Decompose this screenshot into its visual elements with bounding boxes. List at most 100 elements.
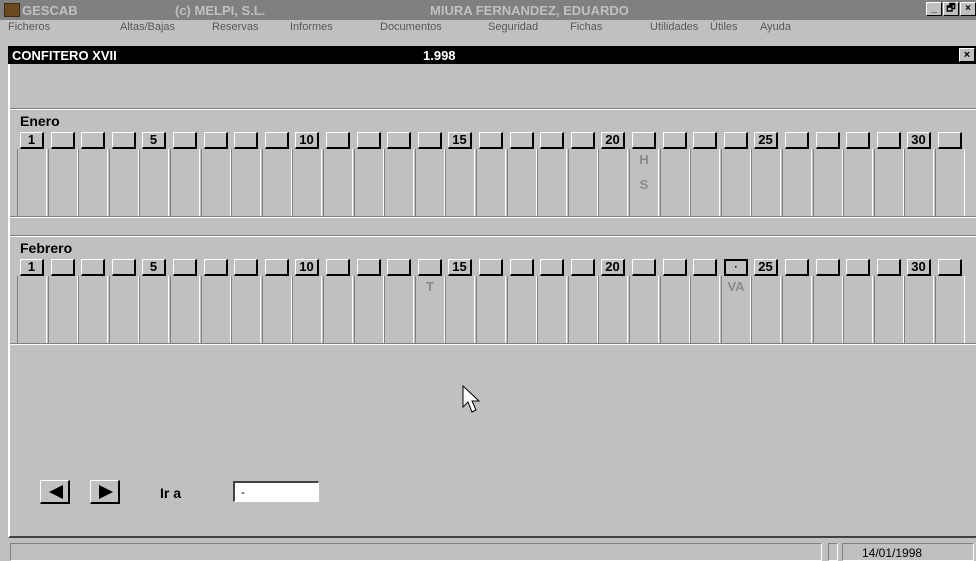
day-cell[interactable] [323, 149, 353, 216]
day-button[interactable] [540, 259, 564, 276]
day-button[interactable] [663, 132, 687, 149]
day-cell[interactable] [904, 149, 934, 216]
day-cell[interactable] [262, 149, 292, 216]
day-button[interactable] [51, 132, 75, 149]
day-button[interactable] [173, 259, 197, 276]
day-cell[interactable] [292, 149, 322, 216]
day-button[interactable] [479, 132, 503, 149]
close-child-button[interactable]: × [959, 48, 975, 62]
day-button[interactable] [632, 132, 656, 149]
day-button[interactable]: 15 [448, 259, 472, 276]
day-button[interactable]: 10 [295, 132, 319, 149]
menu-item[interactable]: Reservas [212, 21, 258, 33]
minimize-button[interactable]: _ [926, 2, 942, 16]
day-button[interactable] [81, 132, 105, 149]
day-cell[interactable] [507, 149, 537, 216]
day-cell[interactable] [109, 149, 139, 216]
day-cell[interactable] [660, 276, 690, 343]
day-cell[interactable] [660, 149, 690, 216]
next-month-button[interactable] [90, 480, 120, 504]
day-button[interactable]: 20 [601, 259, 625, 276]
day-cell[interactable] [935, 149, 965, 216]
maximize-button[interactable]: 🗗 [943, 2, 959, 16]
day-button[interactable] [265, 259, 289, 276]
menu-item[interactable]: Fichas [570, 21, 602, 33]
day-cell[interactable] [629, 276, 659, 343]
day-cell[interactable] [813, 149, 843, 216]
day-cell[interactable] [782, 276, 812, 343]
day-button[interactable]: 10 [295, 259, 319, 276]
day-cell[interactable] [323, 276, 353, 343]
day-button[interactable] [326, 132, 350, 149]
day-button[interactable] [204, 132, 228, 149]
menu-item[interactable]: Utilidades [650, 21, 698, 33]
day-button[interactable] [938, 259, 962, 276]
day-cell[interactable] [201, 149, 231, 216]
day-button[interactable]: 5 [142, 259, 166, 276]
day-button[interactable] [632, 259, 656, 276]
day-button[interactable]: 1 [20, 132, 44, 149]
day-button[interactable] [234, 259, 258, 276]
day-button[interactable] [816, 132, 840, 149]
day-button[interactable] [265, 132, 289, 149]
day-cell[interactable] [904, 276, 934, 343]
day-cell[interactable] [384, 276, 414, 343]
day-button[interactable] [571, 259, 595, 276]
day-button[interactable] [234, 132, 258, 149]
day-cell[interactable] [843, 276, 873, 343]
previous-month-button[interactable] [40, 480, 70, 504]
day-cell[interactable] [139, 276, 169, 343]
day-button[interactable]: 25 [754, 259, 778, 276]
day-button[interactable] [112, 259, 136, 276]
day-cell[interactable] [17, 149, 47, 216]
day-cell[interactable] [262, 276, 292, 343]
day-button[interactable] [204, 259, 228, 276]
day-button[interactable] [387, 132, 411, 149]
day-cell[interactable] [690, 276, 720, 343]
day-cell[interactable] [813, 276, 843, 343]
day-button[interactable] [479, 259, 503, 276]
day-button[interactable] [846, 259, 870, 276]
menu-item[interactable]: Útiles [710, 21, 738, 33]
day-button[interactable] [510, 259, 534, 276]
day-cell[interactable] [476, 276, 506, 343]
goto-input[interactable] [233, 481, 319, 502]
day-button[interactable] [112, 132, 136, 149]
day-cell[interactable] [598, 149, 628, 216]
day-button[interactable] [571, 132, 595, 149]
day-button[interactable] [387, 259, 411, 276]
day-cell[interactable] [48, 276, 78, 343]
day-cell[interactable] [874, 149, 904, 216]
menu-item[interactable]: Seguridad [488, 21, 538, 33]
day-cell[interactable] [292, 276, 322, 343]
day-cell[interactable] [537, 149, 567, 216]
day-button[interactable] [816, 259, 840, 276]
day-cell[interactable] [139, 149, 169, 216]
day-cell[interactable] [170, 276, 200, 343]
day-cell[interactable] [476, 149, 506, 216]
day-button[interactable] [877, 259, 901, 276]
day-cell[interactable] [201, 276, 231, 343]
day-cell[interactable] [231, 149, 261, 216]
day-button[interactable] [418, 132, 442, 149]
day-cell[interactable] [507, 276, 537, 343]
day-button[interactable] [510, 132, 534, 149]
day-button[interactable]: 20 [601, 132, 625, 149]
day-button[interactable] [540, 132, 564, 149]
day-cell[interactable] [598, 276, 628, 343]
day-button[interactable]: 30 [907, 132, 931, 149]
day-cell[interactable] [231, 276, 261, 343]
day-button[interactable] [724, 132, 748, 149]
day-cell[interactable] [109, 276, 139, 343]
day-cell[interactable] [445, 276, 475, 343]
day-cell[interactable] [568, 149, 598, 216]
day-cell[interactable] [874, 276, 904, 343]
day-button[interactable] [326, 259, 350, 276]
day-cell[interactable] [354, 149, 384, 216]
day-button[interactable] [785, 132, 809, 149]
day-cell[interactable] [384, 149, 414, 216]
day-button[interactable]: · [724, 259, 748, 276]
day-button[interactable] [877, 132, 901, 149]
day-button[interactable] [785, 259, 809, 276]
day-button[interactable] [173, 132, 197, 149]
